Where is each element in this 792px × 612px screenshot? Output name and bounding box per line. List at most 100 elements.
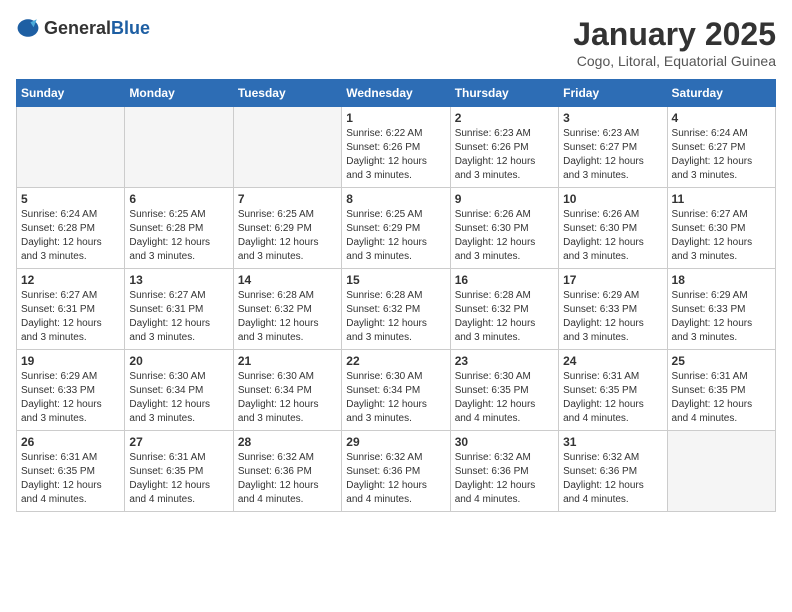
calendar-cell — [17, 107, 125, 188]
calendar-cell: 13 Sunrise: 6:27 AM Sunset: 6:31 PM Dayl… — [125, 269, 233, 350]
calendar-cell: 4 Sunrise: 6:24 AM Sunset: 6:27 PM Dayli… — [667, 107, 775, 188]
day-number: 24 — [563, 354, 662, 368]
day-info: Sunrise: 6:30 AM Sunset: 6:34 PM Dayligh… — [129, 370, 228, 426]
day-number: 15 — [346, 273, 445, 287]
day-info: Sunrise: 6:31 AM Sunset: 6:35 PM Dayligh… — [563, 370, 662, 426]
day-number: 12 — [21, 273, 120, 287]
day-info: Sunrise: 6:32 AM Sunset: 6:36 PM Dayligh… — [455, 451, 554, 507]
day-info: Sunrise: 6:28 AM Sunset: 6:32 PM Dayligh… — [346, 289, 445, 345]
day-number: 7 — [238, 192, 337, 206]
day-number: 18 — [672, 273, 771, 287]
day-number: 28 — [238, 435, 337, 449]
day-info: Sunrise: 6:32 AM Sunset: 6:36 PM Dayligh… — [346, 451, 445, 507]
location-subtitle: Cogo, Litoral, Equatorial Guinea — [573, 53, 776, 69]
day-number: 4 — [672, 111, 771, 125]
day-number: 27 — [129, 435, 228, 449]
calendar-cell: 8 Sunrise: 6:25 AM Sunset: 6:29 PM Dayli… — [342, 188, 450, 269]
weekday-header: Thursday — [450, 80, 558, 107]
calendar-cell: 28 Sunrise: 6:32 AM Sunset: 6:36 PM Dayl… — [233, 431, 341, 512]
day-number: 10 — [563, 192, 662, 206]
day-info: Sunrise: 6:32 AM Sunset: 6:36 PM Dayligh… — [238, 451, 337, 507]
day-number: 19 — [21, 354, 120, 368]
day-info: Sunrise: 6:23 AM Sunset: 6:26 PM Dayligh… — [455, 127, 554, 183]
day-info: Sunrise: 6:31 AM Sunset: 6:35 PM Dayligh… — [21, 451, 120, 507]
calendar-cell — [233, 107, 341, 188]
calendar-cell: 9 Sunrise: 6:26 AM Sunset: 6:30 PM Dayli… — [450, 188, 558, 269]
day-info: Sunrise: 6:32 AM Sunset: 6:36 PM Dayligh… — [563, 451, 662, 507]
weekday-header: Friday — [559, 80, 667, 107]
header: GeneralBlue January 2025 Cogo, Litoral, … — [16, 16, 776, 69]
day-number: 17 — [563, 273, 662, 287]
day-number: 5 — [21, 192, 120, 206]
weekday-header: Saturday — [667, 80, 775, 107]
day-info: Sunrise: 6:25 AM Sunset: 6:29 PM Dayligh… — [346, 208, 445, 264]
calendar-cell — [125, 107, 233, 188]
day-number: 30 — [455, 435, 554, 449]
calendar-cell: 14 Sunrise: 6:28 AM Sunset: 6:32 PM Dayl… — [233, 269, 341, 350]
title-area: January 2025 Cogo, Litoral, Equatorial G… — [573, 16, 776, 69]
calendar-cell: 6 Sunrise: 6:25 AM Sunset: 6:28 PM Dayli… — [125, 188, 233, 269]
calendar-cell: 1 Sunrise: 6:22 AM Sunset: 6:26 PM Dayli… — [342, 107, 450, 188]
day-info: Sunrise: 6:26 AM Sunset: 6:30 PM Dayligh… — [455, 208, 554, 264]
day-number: 23 — [455, 354, 554, 368]
calendar-cell — [667, 431, 775, 512]
month-title: January 2025 — [573, 16, 776, 53]
calendar-cell: 16 Sunrise: 6:28 AM Sunset: 6:32 PM Dayl… — [450, 269, 558, 350]
day-info: Sunrise: 6:31 AM Sunset: 6:35 PM Dayligh… — [129, 451, 228, 507]
day-number: 16 — [455, 273, 554, 287]
calendar-week-row: 5 Sunrise: 6:24 AM Sunset: 6:28 PM Dayli… — [17, 188, 776, 269]
day-number: 26 — [21, 435, 120, 449]
calendar-cell: 2 Sunrise: 6:23 AM Sunset: 6:26 PM Dayli… — [450, 107, 558, 188]
day-info: Sunrise: 6:29 AM Sunset: 6:33 PM Dayligh… — [21, 370, 120, 426]
calendar-cell: 19 Sunrise: 6:29 AM Sunset: 6:33 PM Dayl… — [17, 350, 125, 431]
day-info: Sunrise: 6:31 AM Sunset: 6:35 PM Dayligh… — [672, 370, 771, 426]
day-info: Sunrise: 6:29 AM Sunset: 6:33 PM Dayligh… — [563, 289, 662, 345]
calendar-table: SundayMondayTuesdayWednesdayThursdayFrid… — [16, 79, 776, 512]
calendar-week-row: 1 Sunrise: 6:22 AM Sunset: 6:26 PM Dayli… — [17, 107, 776, 188]
day-info: Sunrise: 6:29 AM Sunset: 6:33 PM Dayligh… — [672, 289, 771, 345]
day-number: 14 — [238, 273, 337, 287]
day-info: Sunrise: 6:23 AM Sunset: 6:27 PM Dayligh… — [563, 127, 662, 183]
day-info: Sunrise: 6:27 AM Sunset: 6:31 PM Dayligh… — [129, 289, 228, 345]
calendar-cell: 25 Sunrise: 6:31 AM Sunset: 6:35 PM Dayl… — [667, 350, 775, 431]
calendar-cell: 11 Sunrise: 6:27 AM Sunset: 6:30 PM Dayl… — [667, 188, 775, 269]
day-number: 9 — [455, 192, 554, 206]
calendar-cell: 20 Sunrise: 6:30 AM Sunset: 6:34 PM Dayl… — [125, 350, 233, 431]
calendar-cell: 27 Sunrise: 6:31 AM Sunset: 6:35 PM Dayl… — [125, 431, 233, 512]
day-info: Sunrise: 6:27 AM Sunset: 6:30 PM Dayligh… — [672, 208, 771, 264]
day-number: 11 — [672, 192, 771, 206]
calendar-week-row: 19 Sunrise: 6:29 AM Sunset: 6:33 PM Dayl… — [17, 350, 776, 431]
day-info: Sunrise: 6:28 AM Sunset: 6:32 PM Dayligh… — [455, 289, 554, 345]
day-number: 13 — [129, 273, 228, 287]
calendar-cell: 31 Sunrise: 6:32 AM Sunset: 6:36 PM Dayl… — [559, 431, 667, 512]
calendar-cell: 26 Sunrise: 6:31 AM Sunset: 6:35 PM Dayl… — [17, 431, 125, 512]
weekday-header: Sunday — [17, 80, 125, 107]
calendar-cell: 24 Sunrise: 6:31 AM Sunset: 6:35 PM Dayl… — [559, 350, 667, 431]
calendar-cell: 22 Sunrise: 6:30 AM Sunset: 6:34 PM Dayl… — [342, 350, 450, 431]
calendar-cell: 5 Sunrise: 6:24 AM Sunset: 6:28 PM Dayli… — [17, 188, 125, 269]
day-info: Sunrise: 6:30 AM Sunset: 6:35 PM Dayligh… — [455, 370, 554, 426]
day-info: Sunrise: 6:30 AM Sunset: 6:34 PM Dayligh… — [238, 370, 337, 426]
calendar-cell: 15 Sunrise: 6:28 AM Sunset: 6:32 PM Dayl… — [342, 269, 450, 350]
calendar-cell: 30 Sunrise: 6:32 AM Sunset: 6:36 PM Dayl… — [450, 431, 558, 512]
weekday-header: Wednesday — [342, 80, 450, 107]
calendar-week-row: 26 Sunrise: 6:31 AM Sunset: 6:35 PM Dayl… — [17, 431, 776, 512]
calendar-cell: 29 Sunrise: 6:32 AM Sunset: 6:36 PM Dayl… — [342, 431, 450, 512]
day-number: 29 — [346, 435, 445, 449]
logo-blue: Blue — [111, 18, 150, 38]
day-info: Sunrise: 6:24 AM Sunset: 6:27 PM Dayligh… — [672, 127, 771, 183]
calendar-cell: 3 Sunrise: 6:23 AM Sunset: 6:27 PM Dayli… — [559, 107, 667, 188]
day-number: 3 — [563, 111, 662, 125]
day-number: 8 — [346, 192, 445, 206]
calendar-cell: 23 Sunrise: 6:30 AM Sunset: 6:35 PM Dayl… — [450, 350, 558, 431]
weekday-header: Tuesday — [233, 80, 341, 107]
day-number: 25 — [672, 354, 771, 368]
logo-icon — [16, 16, 40, 40]
calendar-cell: 10 Sunrise: 6:26 AM Sunset: 6:30 PM Dayl… — [559, 188, 667, 269]
day-info: Sunrise: 6:25 AM Sunset: 6:29 PM Dayligh… — [238, 208, 337, 264]
day-info: Sunrise: 6:22 AM Sunset: 6:26 PM Dayligh… — [346, 127, 445, 183]
day-number: 31 — [563, 435, 662, 449]
calendar-week-row: 12 Sunrise: 6:27 AM Sunset: 6:31 PM Dayl… — [17, 269, 776, 350]
weekday-header-row: SundayMondayTuesdayWednesdayThursdayFrid… — [17, 80, 776, 107]
calendar-cell: 21 Sunrise: 6:30 AM Sunset: 6:34 PM Dayl… — [233, 350, 341, 431]
